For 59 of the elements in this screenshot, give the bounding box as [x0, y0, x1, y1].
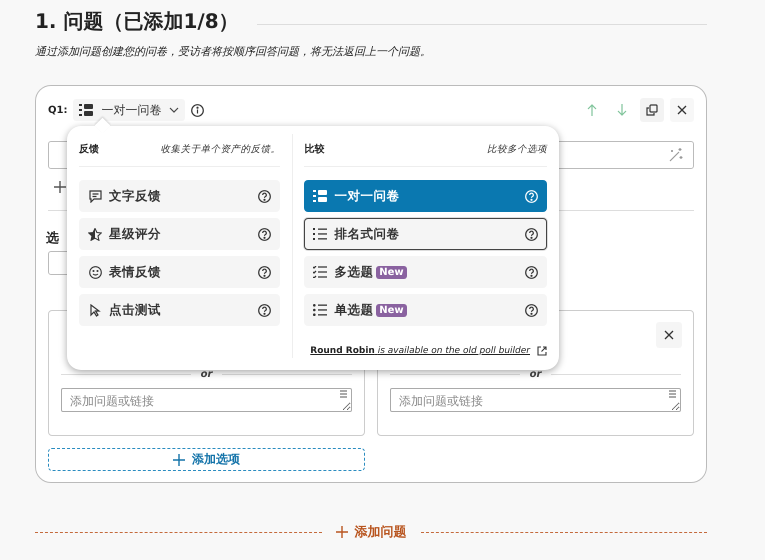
close-icon — [664, 330, 674, 340]
old-builder-link[interactable]: Round Robin is available on the old poll builder — [310, 346, 530, 356]
help-icon[interactable] — [524, 266, 538, 278]
list-icon — [313, 228, 328, 240]
plus-icon — [336, 526, 348, 538]
menu-section-title: 反馈 — [79, 142, 99, 156]
menu-section-description: 收集关于单个资产的反馈。 — [160, 142, 280, 156]
cursor-icon — [90, 304, 100, 316]
add-question-button[interactable]: 添加问题 — [336, 523, 406, 541]
chevron-down-icon — [169, 107, 180, 113]
menu-item[interactable]: 单选题 New — [304, 294, 547, 326]
help-icon[interactable] — [524, 228, 538, 240]
help-icon[interactable] — [258, 190, 271, 202]
menu-item[interactable]: 表情反馈 — [79, 256, 280, 288]
add-option-button[interactable]: 添加选项 — [48, 448, 365, 471]
question-type-dropdown[interactable]: 一对一问卷 — [73, 99, 186, 121]
help-icon[interactable] — [258, 304, 271, 316]
copy-icon — [646, 104, 658, 116]
option-input[interactable]: 添加问题或链接 — [61, 388, 352, 412]
options-label: 选 — [46, 230, 59, 247]
section-description: 通过添加问题创建您的问卷，受访者将按顺序回答问题，将无法返回上一个问题。 — [35, 44, 432, 59]
duplicate-button[interactable] — [640, 98, 664, 122]
help-icon[interactable] — [258, 266, 271, 278]
delete-question-button[interactable] — [670, 98, 694, 122]
menu-item[interactable]: 点击测试 — [79, 294, 280, 326]
section-heading: 1. 问题（已添加1/8） — [35, 8, 239, 35]
star-icon — [88, 228, 102, 240]
magic-wand-icon[interactable] — [669, 148, 683, 162]
list-icon — [313, 190, 328, 202]
help-icon[interactable] — [524, 304, 538, 316]
menu-item[interactable]: 多选题 New — [304, 256, 547, 288]
smiley-icon — [88, 266, 102, 278]
or-divider-text: or — [390, 369, 681, 380]
close-button[interactable] — [656, 322, 682, 348]
resize-handle-icon — [668, 390, 677, 398]
info-icon[interactable] — [191, 104, 204, 116]
arrow-up-icon — [587, 104, 597, 116]
external-link-icon — [537, 346, 547, 356]
or-divider-text: or — [61, 369, 352, 380]
menu-item[interactable]: 排名式问卷 — [304, 218, 547, 250]
comment-icon — [88, 190, 102, 202]
checklist-icon — [313, 266, 328, 278]
new-badge: New — [376, 266, 407, 278]
list-icon — [313, 304, 328, 316]
plus-icon[interactable] — [54, 181, 66, 193]
option-input[interactable]: 添加问题或链接 — [390, 388, 681, 412]
close-icon — [677, 105, 687, 115]
menu-item[interactable]: 星级评分 — [79, 218, 280, 250]
menu-item[interactable]: 一对一问卷 — [304, 180, 547, 212]
menu-section-description: 比较多个选项 — [487, 142, 547, 156]
list-icon — [79, 104, 94, 116]
new-badge: New — [376, 304, 407, 316]
resize-handle-icon — [339, 390, 348, 398]
help-icon[interactable] — [258, 228, 271, 240]
menu-item[interactable]: 文字反馈 — [79, 180, 280, 212]
plus-icon — [173, 454, 185, 466]
question-number: Q1: — [48, 104, 68, 116]
menu-section-title: 比较 — [304, 142, 324, 156]
arrow-down-icon — [617, 104, 627, 116]
